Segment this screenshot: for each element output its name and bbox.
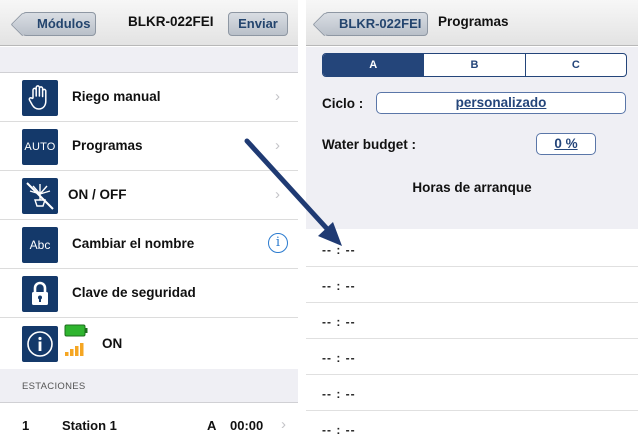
water-budget-field[interactable]: 0 % — [536, 133, 596, 155]
menu-item-security-key[interactable]: Clave de seguridad — [0, 269, 298, 318]
start-time-value: -- : -- — [322, 315, 356, 329]
program-tabs: A B C — [322, 53, 627, 77]
abc-icon-text: Abc — [29, 238, 51, 252]
info-icon[interactable]: i — [268, 233, 288, 253]
start-time-row[interactable]: -- : -- — [306, 268, 638, 303]
start-time-value: -- : -- — [322, 279, 356, 293]
start-times-title: Horas de arranque — [412, 180, 532, 195]
tab-program-c[interactable]: C — [526, 54, 626, 76]
water-budget-label: Water budget : — [322, 137, 416, 152]
hand-icon — [22, 80, 58, 116]
start-time-value: -- : -- — [322, 351, 356, 365]
sprinkler-off-icon — [22, 178, 58, 214]
programs-panel: BLKR-022FEI Programas A B C Ciclo : pers… — [306, 0, 638, 446]
station-program: A — [207, 418, 217, 433]
menu-item-rename[interactable]: Abc Cambiar el nombre i — [0, 220, 298, 269]
programs-title: Programas — [438, 14, 509, 29]
menu-item-on-off[interactable]: ON / OFF › — [0, 171, 298, 220]
start-time-row[interactable]: -- : -- — [306, 376, 638, 411]
start-time-row[interactable]: -- : -- — [306, 232, 638, 267]
device-status: ON — [102, 336, 123, 351]
start-time-row[interactable]: -- : -- — [306, 340, 638, 375]
back-button-label: BLKR-022FEI — [339, 16, 422, 31]
left-navbar: Módulos BLKR-022FEI Enviar — [0, 0, 298, 46]
cycle-select[interactable]: personalizado — [376, 92, 626, 114]
menu-item-manual-watering[interactable]: Riego manual › — [0, 73, 298, 122]
menu-label: ON / OFF — [68, 187, 127, 202]
module-title: BLKR-022FEI — [128, 14, 214, 29]
menu-label: Riego manual — [72, 89, 161, 104]
start-time-value: -- : -- — [322, 423, 356, 437]
station-row[interactable]: 1 Station 1 A 00:00 › — [0, 404, 298, 446]
start-time-row[interactable]: -- : -- — [306, 304, 638, 339]
auto-icon: AUTO — [22, 129, 58, 165]
menu-label: Programas — [72, 138, 143, 153]
info-icon[interactable] — [22, 326, 58, 362]
chevron-right-icon: › — [275, 88, 280, 105]
abc-icon: Abc — [22, 227, 58, 263]
start-time-value: -- : -- — [322, 387, 356, 401]
back-to-modules-button[interactable]: Módulos — [22, 12, 96, 36]
status-row: ON — [0, 318, 298, 369]
tab-program-b[interactable]: B — [424, 54, 526, 76]
chevron-right-icon: › — [275, 137, 280, 154]
modules-panel: Módulos BLKR-022FEI Enviar Riego manual … — [0, 0, 298, 446]
auto-icon-text: AUTO — [24, 141, 56, 153]
back-button-label: Módulos — [37, 16, 91, 31]
padlock-icon — [22, 276, 58, 312]
cycle-label: Ciclo : — [322, 96, 364, 111]
header-spacer — [0, 47, 298, 73]
tab-program-a[interactable]: A — [323, 54, 425, 76]
chevron-right-icon: › — [275, 186, 280, 203]
station-name: Station 1 — [62, 418, 117, 433]
stations-section-header: ESTACIONES — [0, 369, 298, 403]
right-navbar: BLKR-022FEI Programas — [306, 0, 638, 46]
back-to-module-button[interactable]: BLKR-022FEI — [324, 12, 428, 36]
send-button[interactable]: Enviar — [228, 12, 288, 36]
start-time-row[interactable]: -- : -- — [306, 412, 638, 446]
start-time-value: -- : -- — [322, 243, 356, 257]
menu-item-programs[interactable]: AUTO Programas › — [0, 122, 298, 171]
battery-signal-icon — [64, 324, 88, 356]
menu-label: Clave de seguridad — [72, 285, 196, 300]
station-number: 1 — [22, 418, 30, 433]
chevron-right-icon: › — [281, 416, 286, 433]
section-title: ESTACIONES — [22, 381, 86, 392]
menu-label: Cambiar el nombre — [72, 236, 195, 251]
station-time: 00:00 — [230, 418, 264, 433]
